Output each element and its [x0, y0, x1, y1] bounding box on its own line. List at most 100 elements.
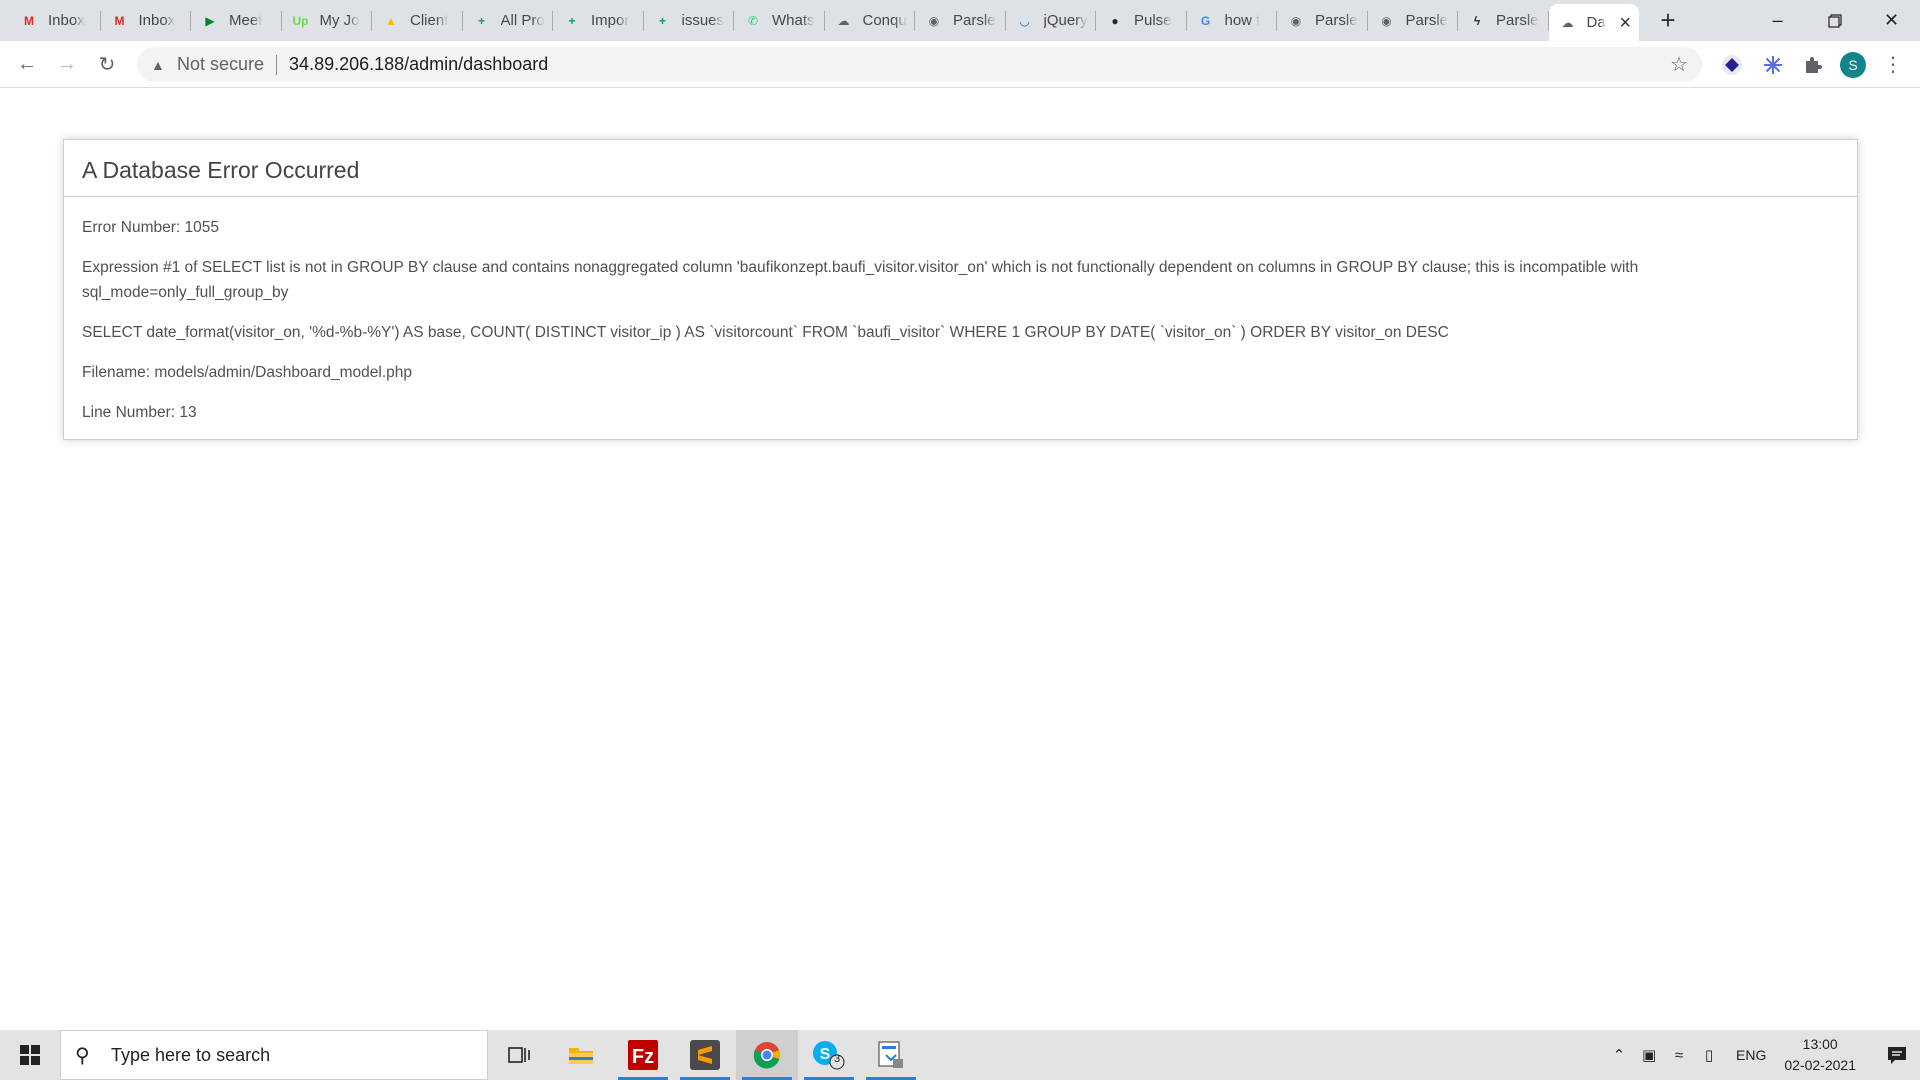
tab-label: Inbox: [48, 12, 85, 29]
browser-tab[interactable]: ✆ Whats: [734, 0, 825, 41]
browser-tab[interactable]: ◉ Parsle: [1277, 0, 1368, 41]
svg-text:Fz: Fz: [632, 1046, 654, 1068]
new-tab-button[interactable]: +: [1648, 0, 1688, 41]
browser-tab[interactable]: ◉ Parsle: [1368, 0, 1459, 41]
clock[interactable]: 13:00 02-02-2021: [1784, 1034, 1856, 1076]
meet-icon: ▶: [205, 13, 215, 28]
skype-button[interactable]: S 3: [798, 1030, 860, 1080]
taskbar-search[interactable]: ⚲ Type here to search: [60, 1030, 488, 1080]
error-message: Expression #1 of SELECT list is not in G…: [82, 259, 1639, 301]
arrow-left-icon: ←: [17, 53, 37, 75]
browser-tab[interactable]: ☁ Conqu: [825, 0, 916, 41]
upwork-icon: Up: [292, 13, 309, 28]
extensions-menu-button[interactable]: [1797, 41, 1829, 88]
browser-tab[interactable]: ▶ Meet: [191, 0, 282, 41]
tab-label: Da: [1586, 14, 1606, 31]
browser-tab[interactable]: M Inbox: [101, 0, 192, 41]
browser-tab[interactable]: ▲ Client: [372, 0, 463, 41]
url-text[interactable]: 34.89.206.188/admin/dashboard: [289, 54, 548, 75]
tab-label: Parsle: [953, 12, 996, 29]
filezilla-button[interactable]: Fz: [612, 1030, 674, 1080]
filezilla-icon: Fz: [628, 1040, 658, 1070]
browser-tab[interactable]: + issues: [644, 0, 735, 41]
close-window-button[interactable]: ✕: [1863, 0, 1920, 41]
search-placeholder: Type here to search: [111, 1044, 271, 1065]
extension-button[interactable]: [1716, 41, 1748, 88]
sheets-icon: +: [568, 13, 576, 28]
browser-tab[interactable]: Ghow t: [1187, 0, 1278, 41]
chrome-button[interactable]: [736, 1030, 798, 1080]
start-button[interactable]: [0, 1030, 60, 1080]
tab-label: jQuery: [1043, 12, 1088, 29]
error-filename: Filename: models/admin/Dashboard_model.p…: [82, 364, 412, 381]
browser-tab[interactable]: ϟ Parsle: [1458, 0, 1549, 41]
forward-button[interactable]: →: [47, 45, 87, 85]
clock-date: 02-02-2021: [1784, 1057, 1856, 1073]
security-label[interactable]: Not secure: [177, 54, 264, 75]
browser-tab[interactable]: ● Pulse: [1096, 0, 1187, 41]
browser-tab[interactable]: M Inbox: [10, 0, 101, 41]
warning-icon[interactable]: ▲: [151, 57, 171, 73]
globe-icon: ◉: [928, 13, 940, 28]
browser-tab[interactable]: ◉ Parsle: [915, 0, 1006, 41]
avatar: S: [1840, 51, 1866, 78]
sublime-text-button[interactable]: [674, 1030, 736, 1080]
tab-label: Pulse: [1134, 12, 1172, 29]
notification-icon: [1888, 1047, 1906, 1064]
taskbar: ⚲ Type here to search Fz S 3 ⌃ ▣ ≈ ▯ ENG…: [0, 1030, 1920, 1080]
restore-button[interactable]: [1806, 0, 1863, 41]
sheets-icon: +: [658, 13, 666, 28]
close-tab-icon[interactable]: ×: [1619, 13, 1631, 33]
language-indicator[interactable]: ENG: [1736, 1047, 1766, 1063]
browser-tab[interactable]: ◡ jQuery: [1006, 0, 1097, 41]
system-tray: ⌃ ▣ ≈ ▯ ENG 13:00 02-02-2021: [1604, 1030, 1920, 1080]
browser-tab[interactable]: + Impor: [553, 0, 644, 41]
tab-label: Whats: [772, 12, 815, 29]
chevron-up-icon[interactable]: ⌃: [1604, 1046, 1634, 1064]
error-query: SELECT date_format(visitor_on, '%d-%b-%Y…: [82, 324, 1449, 341]
minimize-button[interactable]: –: [1749, 0, 1806, 41]
browser-toolbar: ← → ↻ ▲ Not secure 34.89.206.188/admin/d…: [0, 41, 1920, 88]
file-explorer-button[interactable]: [550, 1030, 612, 1080]
profile-button[interactable]: S: [1837, 41, 1869, 88]
tab-strip: M Inbox M Inbox ▶ Meet Up My Jo ▲ Client + All Pro +…: [0, 0, 1920, 41]
meet-now-icon[interactable]: ▣: [1634, 1046, 1664, 1064]
document-app-icon: [878, 1041, 903, 1068]
bookmark-star-icon[interactable]: ☆: [1670, 52, 1688, 77]
whatsapp-icon: ✆: [747, 13, 759, 28]
chrome-icon: [753, 1042, 780, 1069]
browser-tab[interactable]: + All Pro: [463, 0, 554, 41]
action-center-button[interactable]: [1874, 1030, 1920, 1080]
extension-button[interactable]: [1757, 41, 1789, 88]
task-view-icon: [508, 1047, 530, 1063]
sublime-text-icon: [690, 1040, 720, 1070]
reload-button[interactable]: ↻: [87, 45, 127, 85]
tab-label: how t: [1224, 12, 1261, 29]
browser-tab[interactable]: Up My Jo: [282, 0, 373, 41]
svg-text:S: S: [820, 1046, 831, 1063]
address-bar[interactable]: ▲ Not secure 34.89.206.188/admin/dashboa…: [137, 47, 1702, 82]
browser-tab[interactable]: ☁ Da ×: [1548, 4, 1639, 41]
skype-icon: S: [813, 1041, 845, 1070]
app-button[interactable]: [860, 1030, 922, 1080]
back-button[interactable]: ←: [7, 45, 47, 85]
battery-icon[interactable]: ▯: [1694, 1046, 1724, 1064]
gmail-icon: M: [114, 13, 125, 28]
tab-label: Inbox: [138, 12, 176, 29]
tab-label: Parsle: [1405, 12, 1449, 29]
tab-list: M Inbox M Inbox ▶ Meet Up My Jo ▲ Client + All Pro +…: [0, 0, 1639, 41]
shield-extension-icon: [1722, 54, 1742, 75]
error-heading: A Database Error Occurred: [64, 140, 1857, 197]
github-icon: ●: [1111, 13, 1119, 28]
snowflake-extension-icon: [1764, 55, 1782, 74]
wifi-icon[interactable]: ≈: [1664, 1047, 1694, 1064]
window-controls: – ✕: [1749, 0, 1920, 41]
bolt-icon: ϟ: [1473, 13, 1481, 28]
browser-menu-button[interactable]: ⋮: [1877, 41, 1909, 88]
task-view-button[interactable]: [488, 1030, 550, 1080]
error-line-number: Line Number: 13: [82, 404, 197, 421]
gmail-icon: M: [24, 13, 34, 28]
tab-label: Conqu: [862, 12, 907, 29]
drive-icon: ▲: [385, 13, 397, 28]
error-container: A Database Error Occurred Error Number: …: [63, 139, 1858, 440]
